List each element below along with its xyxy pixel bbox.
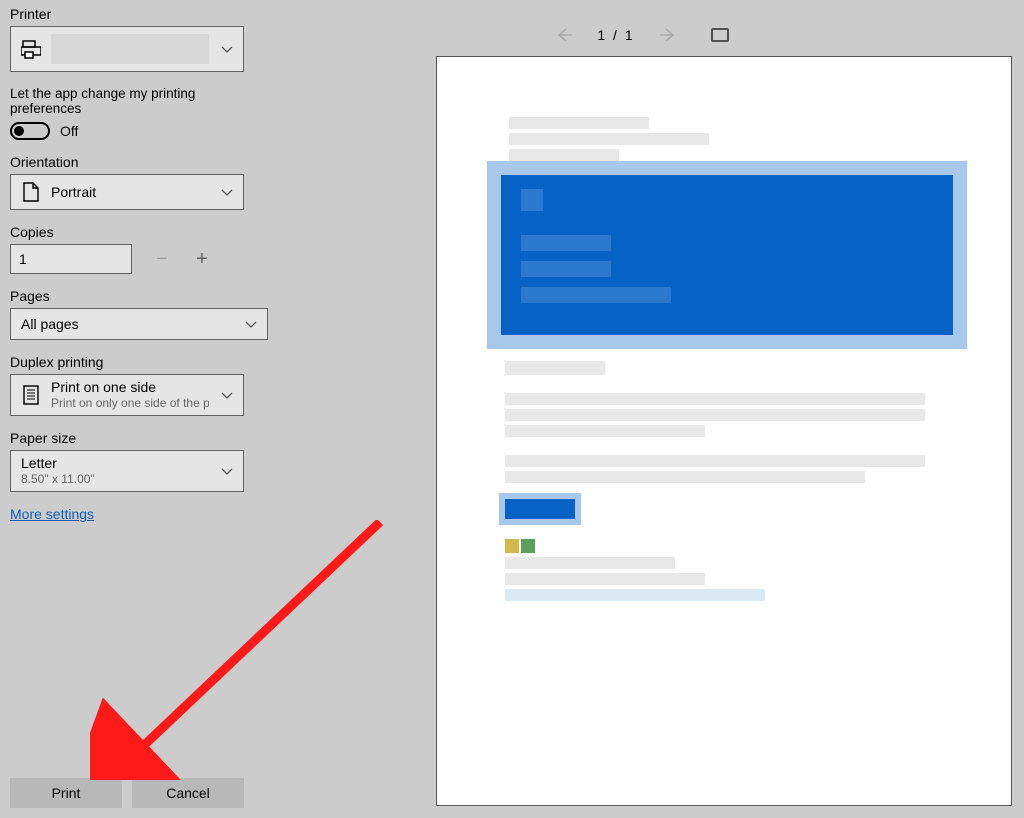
printer-dropdown[interactable]	[10, 26, 244, 72]
copies-label: Copies	[10, 224, 250, 240]
chevron-down-icon	[221, 41, 233, 57]
orientation-section: Orientation Portrait	[10, 154, 250, 210]
paper-value: Letter	[21, 455, 209, 472]
duplex-icon	[21, 385, 41, 405]
printer-label: Printer	[10, 6, 250, 22]
printer-icon	[21, 39, 41, 59]
copies-increment[interactable]: +	[192, 249, 212, 269]
chevron-down-icon	[221, 463, 233, 479]
pages-dropdown[interactable]: All pages	[10, 308, 268, 340]
pages-label: Pages	[10, 288, 250, 304]
more-settings-section: More settings	[10, 506, 250, 522]
orientation-label: Orientation	[10, 154, 250, 170]
paper-dropdown[interactable]: Letter 8.50" x 11.00"	[10, 450, 244, 492]
total-pages: 1	[625, 27, 635, 43]
pages-value: All pages	[21, 316, 233, 333]
chevron-down-icon	[221, 184, 233, 200]
copies-section: Copies − +	[10, 224, 250, 274]
copies-input[interactable]	[10, 244, 132, 274]
preview-content-redacted	[437, 117, 1011, 601]
page-icon	[21, 182, 41, 202]
toggle-state-label: Off	[60, 123, 78, 139]
duplex-label: Duplex printing	[10, 354, 250, 370]
current-page: 1	[597, 27, 607, 43]
preview-toolbar: 1 / 1	[260, 20, 1024, 50]
chevron-down-icon	[221, 387, 233, 403]
more-settings-link[interactable]: More settings	[10, 506, 94, 522]
copies-decrement[interactable]: −	[152, 249, 172, 269]
printer-section: Printer	[10, 6, 250, 72]
print-preview-page	[436, 56, 1012, 806]
orientation-value: Portrait	[51, 184, 209, 201]
paper-section: Paper size Letter 8.50" x 11.00"	[10, 430, 250, 492]
chevron-down-icon	[245, 316, 257, 332]
printer-name-redacted	[51, 34, 209, 64]
dialog-action-buttons: Print Cancel	[10, 778, 244, 808]
pages-section: Pages All pages	[10, 288, 250, 340]
paper-sub: 8.50" x 11.00"	[21, 472, 209, 486]
next-page-button[interactable]	[659, 26, 677, 44]
cancel-button[interactable]: Cancel	[132, 778, 244, 808]
orientation-dropdown[interactable]: Portrait	[10, 174, 244, 210]
app-pref-section: Let the app change my printing preferenc…	[10, 86, 250, 140]
print-settings-panel: Printer Let the app change my printing p…	[0, 0, 260, 818]
app-pref-toggle[interactable]	[10, 122, 50, 140]
fit-page-button[interactable]	[711, 28, 729, 42]
page-indicator: 1 / 1	[597, 27, 634, 43]
duplex-sub: Print on only one side of the pa	[51, 396, 209, 410]
print-button[interactable]: Print	[10, 778, 122, 808]
duplex-section: Duplex printing Print on one side Print …	[10, 354, 250, 416]
paper-label: Paper size	[10, 430, 250, 446]
duplex-dropdown[interactable]: Print on one side Print on only one side…	[10, 374, 244, 416]
app-pref-label: Let the app change my printing preferenc…	[10, 86, 250, 116]
duplex-value: Print on one side	[51, 379, 209, 396]
prev-page-button[interactable]	[555, 26, 573, 44]
